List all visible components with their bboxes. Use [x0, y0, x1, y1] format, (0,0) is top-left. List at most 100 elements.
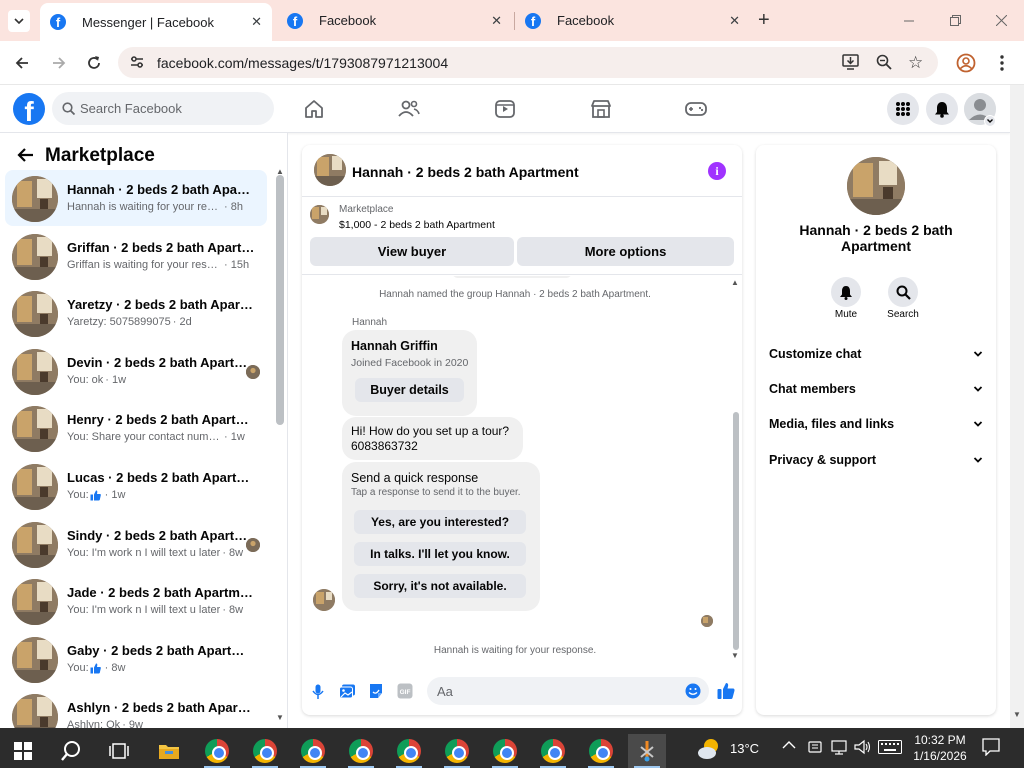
chrome-taskbar-button[interactable] [198, 734, 236, 768]
buyer-details-button[interactable]: Buyer details [355, 378, 464, 402]
close-window-button[interactable] [978, 0, 1024, 41]
profile-button[interactable] [955, 52, 977, 74]
conversation-item[interactable]: Gaby · 2 beds 2 bath Apartment You: · 8w [5, 631, 267, 687]
voice-clip-button[interactable] [312, 684, 324, 700]
tab-search-button[interactable] [8, 10, 30, 32]
view-buyer-button[interactable]: View buyer [310, 237, 514, 266]
close-tab-icon[interactable]: ✕ [729, 13, 740, 29]
bookmark-star-icon[interactable]: ☆ [908, 53, 923, 73]
media-files-links-section[interactable]: Media, files and links [769, 417, 983, 437]
conversation-item[interactable]: Griffan · 2 beds 2 bath Apartment Griffan… [5, 228, 267, 284]
browser-menu-button[interactable] [991, 52, 1013, 74]
chrome-taskbar-button[interactable] [486, 734, 524, 768]
conversation-item[interactable]: Hannah · 2 beds 2 bath Apartm... Hannah i… [5, 170, 267, 226]
facebook-logo[interactable]: f [13, 93, 45, 125]
chat-scroll-down-arrow[interactable]: ▼ [731, 651, 739, 660]
volume-icon[interactable] [854, 739, 872, 755]
keyboard-icon[interactable] [878, 740, 902, 754]
conversation-info-icon[interactable]: i [708, 162, 726, 180]
network-icon[interactable] [830, 739, 848, 755]
sender-avatar [313, 589, 335, 611]
emoji-button[interactable] [685, 683, 701, 699]
tray-device-icon[interactable] [808, 739, 822, 755]
chrome-taskbar-button[interactable] [390, 734, 428, 768]
chrome-taskbar-button[interactable] [534, 734, 572, 768]
sidebar-scrollbar[interactable] [276, 175, 284, 425]
chat-scroll-up-arrow[interactable]: ▲ [731, 278, 739, 287]
site-info-icon[interactable] [129, 54, 145, 70]
search-in-conversation-button[interactable] [888, 277, 918, 307]
close-tab-icon[interactable]: ✕ [491, 13, 502, 29]
conversation-item[interactable]: Ashlyn · 2 beds 2 bath Apartment Ashlyn: … [5, 688, 267, 728]
mute-button[interactable] [831, 277, 861, 307]
message-area: Hannah named the group Hannah · 2 beds 2… [302, 276, 732, 672]
zoom-icon[interactable] [876, 54, 892, 70]
message-input[interactable]: Aa [427, 677, 709, 705]
conversation-item[interactable]: Henry · 2 beds 2 bath Apartment You: Shar… [5, 400, 267, 456]
chat-members-section[interactable]: Chat members [769, 382, 983, 402]
video-nav-button[interactable] [493, 97, 517, 121]
active-app-button[interactable] [628, 734, 666, 768]
chat-title[interactable]: Hannah · 2 beds 2 bath Apartment [352, 164, 579, 180]
start-button[interactable] [4, 734, 42, 768]
privacy-support-section[interactable]: Privacy & support [769, 453, 983, 473]
conversation-item[interactable]: Sindy · 2 beds 2 bath Apartm... You: I'm … [5, 516, 267, 572]
chrome-taskbar-button[interactable] [246, 734, 284, 768]
file-explorer-button[interactable] [150, 734, 188, 768]
friends-nav-button[interactable] [397, 97, 421, 121]
restore-button[interactable] [932, 0, 978, 41]
facebook-search-input[interactable]: Search Facebook [52, 92, 274, 125]
show-hidden-icons[interactable] [782, 740, 796, 750]
install-app-icon[interactable] [842, 54, 859, 70]
close-tab-icon[interactable]: ✕ [251, 14, 262, 30]
listing-price-title[interactable]: $1,000 - 2 beds 2 bath Apartment [339, 219, 495, 231]
conversation-title: Gaby · 2 beds 2 bath Apartment [67, 642, 255, 658]
new-tab-button[interactable]: + [758, 9, 770, 32]
weather-widget[interactable]: 13°C [694, 734, 768, 764]
chat-scrollbar[interactable] [733, 412, 739, 650]
page-scrollbar[interactable]: ▼ [1010, 85, 1024, 728]
chat-listing-thumbnail[interactable] [314, 154, 346, 186]
page-scroll-down-arrow[interactable]: ▼ [1013, 710, 1021, 719]
conversation-item[interactable]: Lucas · 2 beds 2 bath Apartment You: · 1w [5, 458, 267, 514]
more-options-button[interactable]: More options [517, 237, 734, 266]
quick-response-yes[interactable]: Yes, are you interested? [354, 510, 526, 534]
gif-button[interactable]: GIF [397, 683, 413, 699]
reload-button[interactable] [83, 52, 105, 74]
notification-center-button[interactable] [982, 738, 1000, 756]
customize-chat-section[interactable]: Customize chat [769, 347, 983, 367]
tab-facebook-1[interactable]: f Facebook ✕ [280, 0, 512, 41]
restore-icon [949, 15, 961, 26]
conversation-item[interactable]: Jade · 2 beds 2 bath Apartment You: I'm w… [5, 573, 267, 629]
listing-thumbnail[interactable] [310, 205, 329, 224]
tab-facebook-2[interactable]: f Facebook ✕ [518, 0, 750, 41]
minimize-button[interactable] [886, 0, 932, 41]
tab-messenger[interactable]: f Messenger | Facebook ✕ [40, 3, 272, 41]
back-button[interactable] [11, 52, 33, 74]
address-bar[interactable]: facebook.com/messages/t/1793087971213004… [118, 47, 938, 78]
forward-button[interactable] [48, 52, 70, 74]
attach-photo-button[interactable] [339, 684, 356, 699]
chrome-taskbar-button[interactable] [294, 734, 332, 768]
menu-button[interactable] [887, 93, 919, 125]
chrome-taskbar-button[interactable] [582, 734, 620, 768]
quick-response-not-available[interactable]: Sorry, it's not available. [354, 574, 526, 598]
send-like-button[interactable] [717, 682, 735, 700]
home-nav-button[interactable] [302, 97, 326, 121]
marketplace-nav-button[interactable] [589, 97, 613, 121]
task-view-button[interactable] [100, 734, 138, 768]
conversation-item[interactable]: Yaretzy · 2 beds 2 bath Apartme... Yaretz… [5, 285, 267, 341]
back-button[interactable] [16, 147, 34, 163]
chrome-taskbar-button[interactable] [342, 734, 380, 768]
gaming-nav-button[interactable] [684, 97, 708, 121]
sticker-button[interactable] [368, 683, 384, 699]
notifications-button[interactable] [926, 93, 958, 125]
search-taskbar-button[interactable] [52, 734, 90, 768]
chrome-taskbar-button[interactable] [438, 734, 476, 768]
scroll-up-arrow[interactable]: ▲ [276, 167, 284, 176]
system-clock[interactable]: 10:32 PM 1/16/2026 [908, 732, 972, 764]
conversation-listing-thumbnail [12, 579, 58, 626]
quick-response-in-talks[interactable]: In talks. I'll let you know. [354, 542, 526, 566]
conversation-item[interactable]: Devin · 2 beds 2 bath Apartm... You: ok · … [5, 343, 267, 399]
scroll-down-arrow[interactable]: ▼ [276, 713, 284, 722]
